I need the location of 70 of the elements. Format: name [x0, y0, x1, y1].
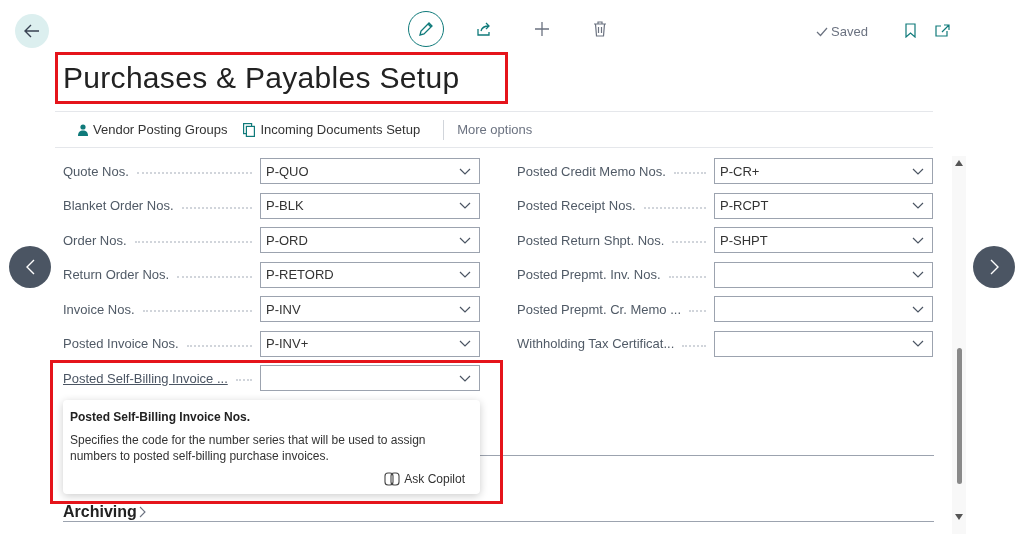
field-label: Posted Return Shpt. Nos. — [517, 231, 665, 250]
field-label: Posted Prepmt. Cr. Memo ... — [517, 300, 681, 319]
dropdown-field[interactable]: P-INV+ — [260, 330, 480, 357]
save-status: Saved — [831, 23, 868, 41]
chevron-down-icon — [459, 202, 471, 210]
section-header[interactable]: Archiving — [63, 503, 146, 520]
field-label-link[interactable]: Posted Self-Billing Invoice ... — [63, 368, 228, 388]
chevron-left-icon — [25, 259, 35, 275]
field-label: Blanket Order Nos. — [63, 197, 174, 215]
dropdown-field[interactable]: P-ORD — [260, 227, 480, 254]
chevron-down-icon — [912, 167, 924, 175]
page-title: Purchases & Payables Setup — [63, 61, 460, 95]
chevron-down-icon — [912, 271, 924, 279]
copilot-icon — [384, 472, 401, 486]
chevron-right-icon — [138, 505, 146, 518]
action-button[interactable]: More options — [454, 119, 536, 140]
documents-icon — [243, 122, 256, 137]
pencil-icon — [418, 21, 434, 37]
field-label: Return Order Nos. — [63, 266, 170, 284]
bookmark-button[interactable] — [902, 22, 918, 38]
field-label: Posted Credit Memo Nos. — [517, 162, 666, 181]
popout-icon — [934, 23, 950, 37]
dropdown-field[interactable] — [714, 261, 933, 288]
chevron-down-icon — [459, 374, 471, 382]
field-label: Posted Prepmt. Inv. Nos. — [517, 266, 661, 284]
field-label: Invoice Nos. — [63, 300, 135, 319]
chevron-down-icon — [459, 236, 471, 244]
dropdown-field[interactable]: P-INV — [260, 296, 480, 323]
chevron-right-icon — [989, 259, 999, 275]
chevron-down-icon — [912, 202, 924, 210]
person-icon — [78, 123, 88, 136]
chevron-down-icon — [912, 340, 924, 348]
field-label: Withholding Tax Certificat... — [517, 335, 675, 353]
dropdown-field[interactable]: P-BLK — [260, 192, 480, 219]
action-button[interactable]: Incoming Documents Setup — [240, 119, 424, 140]
action-button[interactable]: Vendor Posting Groups — [75, 119, 231, 140]
dropdown-field[interactable] — [260, 365, 480, 392]
field-label: Posted Invoice Nos. — [63, 335, 179, 353]
tooltip-description: Specifies the code for the number series that will be used to assign numbers to posted self-billing purchase invoices. — [70, 432, 427, 464]
scrollbar[interactable] — [952, 156, 966, 534]
dropdown-field[interactable]: P-SHPT — [714, 227, 933, 254]
scroll-down-icon — [955, 514, 963, 520]
field-label: Quote Nos. — [63, 162, 129, 181]
next-button[interactable] — [973, 246, 1015, 288]
checkmark-icon — [816, 26, 828, 37]
chevron-down-icon — [912, 305, 924, 313]
previous-button[interactable] — [9, 246, 51, 288]
chevron-down-icon — [459, 271, 471, 279]
bookmark-icon — [904, 22, 916, 38]
dropdown-field[interactable]: P-CR+ — [714, 158, 933, 185]
back-arrow-icon — [24, 24, 40, 38]
scroll-up-icon — [955, 160, 963, 166]
dropdown-field[interactable] — [714, 296, 933, 323]
back-button[interactable] — [15, 14, 49, 48]
chevron-down-icon — [459, 305, 471, 313]
trash-icon — [593, 21, 607, 37]
dropdown-field[interactable]: P-RCPT — [714, 192, 933, 219]
open-new-window-button[interactable] — [934, 22, 950, 38]
field-label: Posted Receipt Nos. — [517, 197, 636, 215]
chevron-down-icon — [912, 236, 924, 244]
dropdown-field[interactable]: P-RETORD — [260, 261, 480, 288]
share-icon — [476, 21, 492, 37]
chevron-down-icon — [459, 167, 471, 175]
field-label: Order Nos. — [63, 231, 127, 250]
tooltip-title: Posted Self-Billing Invoice Nos. — [70, 409, 252, 426]
dropdown-field[interactable]: P-QUO — [260, 158, 480, 185]
dropdown-field[interactable] — [714, 330, 933, 357]
chevron-down-icon — [459, 340, 471, 348]
ask-copilot-button[interactable]: Ask Copilot — [384, 470, 465, 488]
plus-icon — [534, 21, 550, 37]
